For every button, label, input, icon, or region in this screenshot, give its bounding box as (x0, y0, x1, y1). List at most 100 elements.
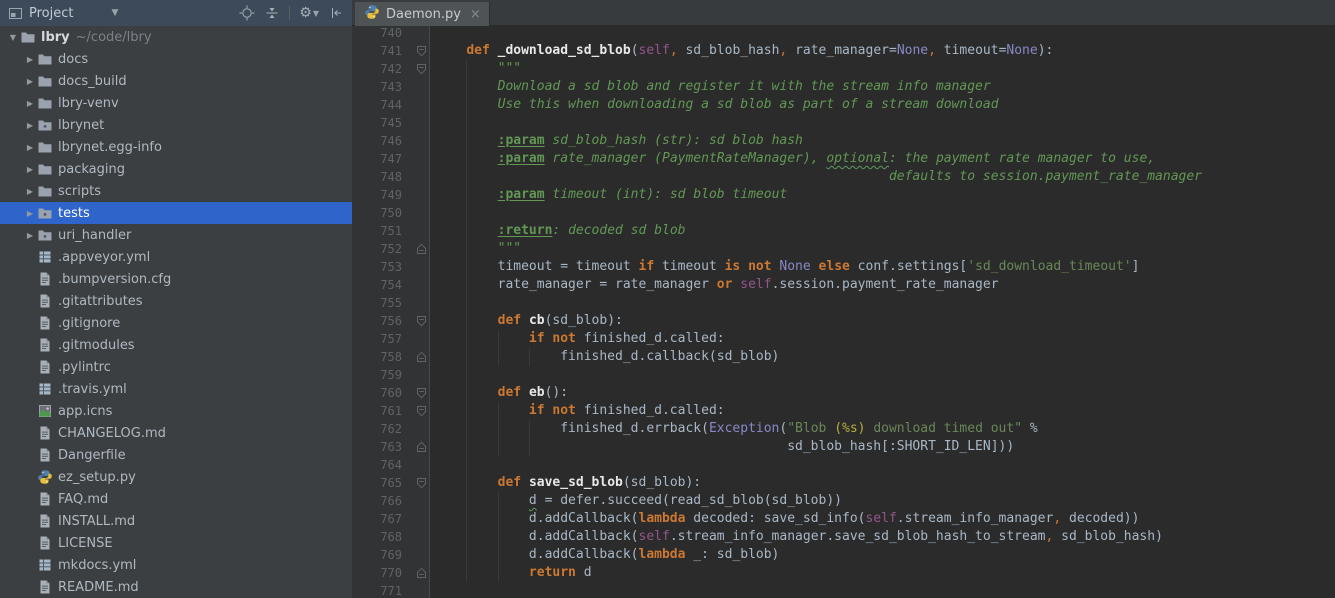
tree-item-pylintrc[interactable]: .pylintrc (0, 356, 352, 378)
expand-arrow-icon[interactable]: ▶ (23, 187, 37, 196)
code-line-764[interactable]: 764 (352, 456, 1335, 474)
settings-gear-icon[interactable]: ⚙▼ (299, 6, 319, 20)
code-text[interactable]: def _download_sd_blob(self, sd_blob_hash… (430, 42, 1053, 60)
tree-item-tests[interactable]: ▶tests (0, 202, 352, 224)
expand-arrow-icon[interactable]: ▶ (23, 77, 37, 86)
tree-item-uri-handler[interactable]: ▶uri_handler (0, 224, 352, 246)
expand-arrow-icon[interactable]: ▼ (6, 33, 20, 42)
code-line-760[interactable]: 760 def eb(): (352, 384, 1335, 402)
code-line-767[interactable]: 767 d.addCallback(lambda decoded: save_s… (352, 510, 1335, 528)
code-text[interactable]: rate_manager = rate_manager or self.sess… (430, 276, 999, 294)
code-text[interactable]: timeout = timeout if timeout is not None… (430, 258, 1139, 276)
code-line-762[interactable]: 762 finished_d.errback(Exception("Blob (… (352, 420, 1335, 438)
code-text[interactable]: d = defer.succeed(read_sd_blob(sd_blob)) (430, 492, 842, 510)
tree-item-changelog-md[interactable]: CHANGELOG.md (0, 422, 352, 444)
code-line-750[interactable]: 750 (352, 204, 1335, 222)
code-text[interactable] (430, 582, 435, 598)
tree-item-packaging[interactable]: ▶packaging (0, 158, 352, 180)
code-text[interactable]: finished_d.errback(Exception("Blob (%s) … (430, 420, 1038, 438)
code-text[interactable]: if not finished_d.called: (430, 402, 725, 420)
code-line-746[interactable]: 746 :param sd_blob_hash (str): sd blob h… (352, 132, 1335, 150)
fold-marker-icon[interactable] (402, 438, 430, 456)
collapse-all-icon[interactable] (264, 5, 280, 21)
code-line-745[interactable]: 745 (352, 114, 1335, 132)
fold-marker-icon[interactable] (402, 384, 430, 402)
tree-item-lbry-venv[interactable]: ▶lbry-venv (0, 92, 352, 114)
code-text[interactable] (430, 456, 435, 474)
code-text[interactable]: d.addCallback(self.stream_info_manager.s… (430, 528, 1163, 546)
code-line-748[interactable]: 748 defaults to session.payment_rate_man… (352, 168, 1335, 186)
code-text[interactable]: """ (430, 60, 521, 78)
code-line-757[interactable]: 757 if not finished_d.called: (352, 330, 1335, 348)
tree-item-lbrynet-egg-info[interactable]: ▶lbrynet.egg-info (0, 136, 352, 158)
code-text[interactable]: """ (430, 240, 521, 258)
tree-item-travis-yml[interactable]: .travis.yml (0, 378, 352, 400)
tree-item-docs[interactable]: ▶docs (0, 48, 352, 70)
code-line-756[interactable]: 756 def cb(sd_blob): (352, 312, 1335, 330)
code-line-740[interactable]: 740 (352, 26, 1335, 42)
fold-marker-icon[interactable] (402, 42, 430, 60)
code-line-771[interactable]: 771 (352, 582, 1335, 598)
code-text[interactable] (430, 366, 435, 384)
tree-item-gitattributes[interactable]: .gitattributes (0, 290, 352, 312)
fold-marker-icon[interactable] (402, 240, 430, 258)
code-line-747[interactable]: 747 :param rate_manager (PaymentRateMana… (352, 150, 1335, 168)
code-text[interactable]: if not finished_d.called: (430, 330, 725, 348)
code-line-763[interactable]: 763 sd_blob_hash[:SHORT_ID_LEN])) (352, 438, 1335, 456)
tree-item-bumpversion-cfg[interactable]: .bumpversion.cfg (0, 268, 352, 290)
code-line-768[interactable]: 768 d.addCallback(self.stream_info_manag… (352, 528, 1335, 546)
tree-item-faq-md[interactable]: FAQ.md (0, 488, 352, 510)
tab-daemon-py[interactable]: Daemon.py × (355, 2, 490, 26)
tree-item-gitmodules[interactable]: .gitmodules (0, 334, 352, 356)
expand-arrow-icon[interactable]: ▶ (23, 99, 37, 108)
code-text[interactable]: :return: decoded sd blob (430, 222, 685, 240)
tree-item-license[interactable]: LICENSE (0, 532, 352, 554)
code-text[interactable]: :param timeout (int): sd blob timeout (430, 186, 787, 204)
fold-marker-icon[interactable] (402, 564, 430, 582)
code-text[interactable]: :param rate_manager (PaymentRateManager)… (430, 150, 1155, 168)
tree-item-mkdocs-yml[interactable]: mkdocs.yml (0, 554, 352, 576)
code-text[interactable] (430, 114, 435, 132)
code-line-765[interactable]: 765 def save_sd_blob(sd_blob): (352, 474, 1335, 492)
tree-item-lbrynet[interactable]: ▶lbrynet (0, 114, 352, 136)
code-text[interactable]: finished_d.callback(sd_blob) (430, 348, 779, 366)
tree-item-ez-setup-py[interactable]: ez_setup.py (0, 466, 352, 488)
tree-item-dangerfile[interactable]: Dangerfile (0, 444, 352, 466)
expand-arrow-icon[interactable]: ▶ (23, 121, 37, 130)
code-line-749[interactable]: 749 :param timeout (int): sd blob timeou… (352, 186, 1335, 204)
fold-marker-icon[interactable] (402, 474, 430, 492)
code-line-752[interactable]: 752 """ (352, 240, 1335, 258)
code-text[interactable]: d.addCallback(lambda decoded: save_sd_in… (430, 510, 1139, 528)
code-line-741[interactable]: 741 def _download_sd_blob(self, sd_blob_… (352, 42, 1335, 60)
code-line-742[interactable]: 742 """ (352, 60, 1335, 78)
tree-item-lbry[interactable]: ▼lbry~/code/lbry (0, 26, 352, 48)
code-line-753[interactable]: 753 timeout = timeout if timeout is not … (352, 258, 1335, 276)
tree-item-app-icns[interactable]: app.icns (0, 400, 352, 422)
code-text[interactable]: d.addCallback(lambda _: sd_blob) (430, 546, 779, 564)
code-text[interactable]: :param sd_blob_hash (str): sd blob hash (430, 132, 803, 150)
project-panel-title[interactable]: Project (29, 6, 73, 21)
expand-arrow-icon[interactable]: ▶ (23, 231, 37, 240)
code-text[interactable]: def save_sd_blob(sd_blob): (430, 474, 701, 492)
expand-arrow-icon[interactable]: ▶ (23, 165, 37, 174)
tree-item-install-md[interactable]: INSTALL.md (0, 510, 352, 532)
tree-item-readme-md[interactable]: README.md (0, 576, 352, 598)
code-line-754[interactable]: 754 rate_manager = rate_manager or self.… (352, 276, 1335, 294)
fold-marker-icon[interactable] (402, 402, 430, 420)
code-line-766[interactable]: 766 d = defer.succeed(read_sd_blob(sd_bl… (352, 492, 1335, 510)
code-line-759[interactable]: 759 (352, 366, 1335, 384)
tree-item-scripts[interactable]: ▶scripts (0, 180, 352, 202)
code-text[interactable]: Download a sd blob and register it with … (430, 78, 991, 96)
chevron-down-icon[interactable]: ▼ (111, 8, 118, 18)
fold-marker-icon[interactable] (402, 60, 430, 78)
code-text[interactable]: Use this when downloading a sd blob as p… (430, 96, 999, 114)
tree-item-gitignore[interactable]: .gitignore (0, 312, 352, 334)
code-line-751[interactable]: 751 :return: decoded sd blob (352, 222, 1335, 240)
expand-arrow-icon[interactable]: ▶ (23, 55, 37, 64)
fold-marker-icon[interactable] (402, 312, 430, 330)
code-text[interactable] (430, 204, 435, 222)
expand-arrow-icon[interactable]: ▶ (23, 209, 37, 218)
tree-item-docs-build[interactable]: ▶docs_build (0, 70, 352, 92)
code-line-744[interactable]: 744 Use this when downloading a sd blob … (352, 96, 1335, 114)
code-line-758[interactable]: 758 finished_d.callback(sd_blob) (352, 348, 1335, 366)
